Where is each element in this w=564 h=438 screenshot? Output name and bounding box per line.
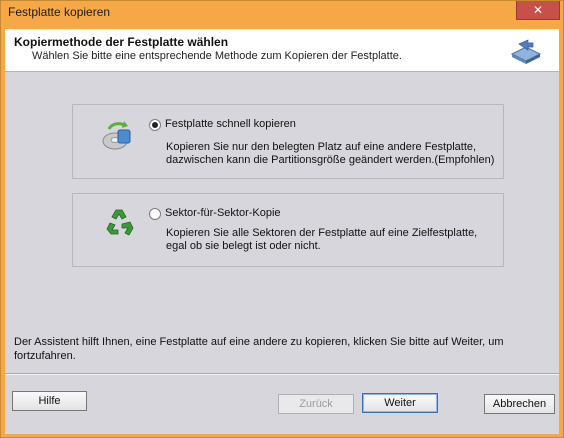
next-button-label: Weiter [384,397,416,409]
dialog-client-area: Kopiermethode der Festplatte wählen Wähl… [5,29,559,434]
help-button-label: Hilfe [38,395,61,407]
title-bar[interactable]: Festplatte kopieren ✕ [1,1,563,25]
fast-copy-radio[interactable] [149,119,161,131]
close-icon: ✕ [532,3,544,17]
fast-copy-desc-line1: Kopieren Sie nur den belegten Platz auf … [166,141,477,153]
back-button[interactable]: Zurück [278,394,354,414]
sector-copy-label[interactable]: Sektor-für-Sektor-Kopie [165,207,281,219]
fast-copy-description: Kopieren Sie nur den belegten Platz auf … [166,141,501,167]
header-subtitle: Wählen Sie bitte eine entsprechende Meth… [32,50,402,62]
close-button[interactable]: ✕ [516,1,560,20]
sector-copy-desc-line1: Kopieren Sie alle Sektoren der Festplatt… [166,227,478,239]
help-button[interactable]: Hilfe [12,391,87,411]
footer-divider [5,373,559,375]
recycle-icon [106,209,134,236]
header-title: Kopiermethode der Festplatte wählen [14,35,229,49]
fast-copy-label[interactable]: Festplatte schnell kopieren [165,118,296,130]
sector-copy-description: Kopieren Sie alle Sektoren der Festplatt… [166,227,501,253]
sector-copy-radio[interactable] [149,208,161,220]
window-title: Festplatte kopieren [8,5,111,19]
disk-copy-icon [510,39,542,64]
wizard-header: Kopiermethode der Festplatte wählen Wähl… [5,29,559,72]
dialog-window: Festplatte kopieren ✕ Kopiermethode der … [0,0,564,438]
option-sector-copy[interactable]: Sektor-für-Sektor-Kopie Kopieren Sie all… [72,193,504,267]
assistant-info-text: Der Assistent hilft Ihnen, eine Festplat… [14,336,504,362]
next-button[interactable]: Weiter [362,393,438,413]
cancel-button[interactable]: Abbrechen [484,394,555,414]
sector-copy-desc-line2: egal ob sie belegt ist oder nicht. [166,240,321,252]
fast-copy-icon [102,121,131,150]
cancel-button-label: Abbrechen [492,398,547,410]
fast-copy-desc-line2: dazwischen kann die Partitionsgröße geän… [166,154,495,166]
option-fast-copy[interactable]: Festplatte schnell kopieren Kopieren Sie… [72,104,504,179]
back-button-label: Zurück [299,398,333,410]
